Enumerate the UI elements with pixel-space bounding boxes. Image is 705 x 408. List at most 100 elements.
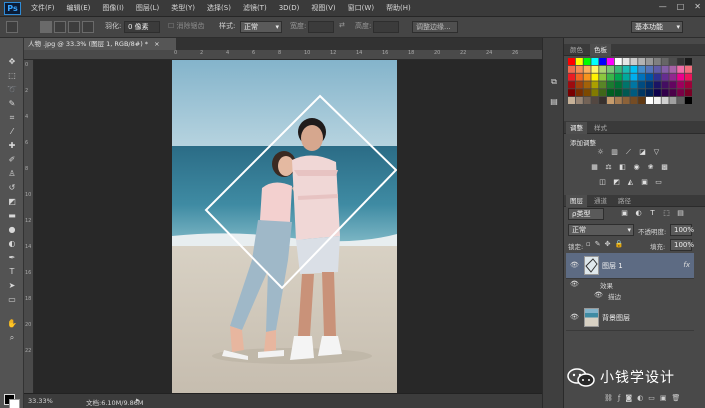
swatch-cell[interactable] xyxy=(599,97,607,104)
swatch-cell[interactable] xyxy=(638,73,646,81)
invert-icon[interactable]: ◫ xyxy=(598,178,607,187)
swatch-cell[interactable] xyxy=(575,97,583,104)
swatch-cell[interactable] xyxy=(661,81,669,89)
swatch-cell[interactable] xyxy=(677,73,685,81)
document-image[interactable] xyxy=(172,60,397,394)
status-menu-arrow-icon[interactable]: ▸ xyxy=(136,396,140,404)
layer-name[interactable]: 背景图层 xyxy=(602,313,630,323)
width-input[interactable] xyxy=(308,21,334,33)
swatch-cell[interactable] xyxy=(583,58,591,65)
swatch-cell[interactable] xyxy=(638,58,646,65)
swatch-cell[interactable] xyxy=(677,81,685,89)
swatch-cell[interactable] xyxy=(646,97,653,104)
color-lookup-icon[interactable]: ▩ xyxy=(660,163,669,172)
close-window-button[interactable]: ✕ xyxy=(694,2,701,11)
swatch-cell[interactable] xyxy=(646,73,653,81)
swatch-cell[interactable] xyxy=(599,73,607,81)
swatch-cell[interactable] xyxy=(568,97,575,104)
swatch-cell[interactable] xyxy=(568,58,575,65)
swatch-cell[interactable] xyxy=(685,89,692,97)
tab-layers[interactable]: 图层 xyxy=(566,195,587,207)
swatch-cell[interactable] xyxy=(646,81,653,89)
photo-filter-icon[interactable]: ◉ xyxy=(632,163,641,172)
swatch-cell[interactable] xyxy=(575,65,583,73)
tab-styles[interactable]: 样式 xyxy=(590,122,611,134)
refine-edge-button[interactable]: 调整边缘... xyxy=(412,21,458,33)
path-select-icon[interactable]: ➤ xyxy=(5,280,19,292)
swatch-cell[interactable] xyxy=(607,58,614,65)
menu-edit[interactable]: 编辑(E) xyxy=(61,3,97,13)
swatch-cell[interactable] xyxy=(646,65,653,73)
swatch-cell[interactable] xyxy=(669,89,677,97)
intersect-selection-icon[interactable] xyxy=(82,21,94,33)
swatch-cell[interactable] xyxy=(653,73,661,81)
document-tab[interactable]: 人物 .jpg @ 33.3% (图层 1, RGB/8#) * × xyxy=(24,38,176,50)
new-group-icon[interactable]: ▭ xyxy=(648,394,660,402)
swatch-cell[interactable] xyxy=(630,73,638,81)
history-panel-icon[interactable]: ⧉ xyxy=(547,76,561,88)
marquee-preset-icon[interactable] xyxy=(6,21,18,33)
layer-row-layer1[interactable]: 👁 图层 1 fx xyxy=(566,253,694,279)
swatch-cell[interactable] xyxy=(599,65,607,73)
swatch-cell[interactable] xyxy=(630,97,638,104)
swap-icon[interactable]: ⇄ xyxy=(339,21,345,29)
swatch-cell[interactable] xyxy=(568,73,575,81)
crop-tool-icon[interactable]: ⌗ xyxy=(5,112,19,124)
swatch-cell[interactable] xyxy=(614,73,622,81)
filter-adjustment-icon[interactable]: ◐ xyxy=(634,209,643,218)
swatch-cell[interactable] xyxy=(638,89,646,97)
swatch-cell[interactable] xyxy=(630,89,638,97)
lasso-tool-icon[interactable]: ➰ xyxy=(5,84,19,96)
swatch-cell[interactable] xyxy=(669,58,677,65)
eyedropper-icon[interactable]: ⁄ xyxy=(5,126,19,138)
gradient-tool-icon[interactable]: ▬ xyxy=(5,210,19,222)
zoom-level[interactable]: 33.33% xyxy=(28,397,53,405)
filter-smart-icon[interactable]: ▤ xyxy=(676,209,685,218)
menu-help[interactable]: 帮助(H) xyxy=(380,3,417,13)
swatch-cell[interactable] xyxy=(685,81,692,89)
swatch-cell[interactable] xyxy=(630,65,638,73)
move-tool-icon[interactable]: ✥ xyxy=(5,56,19,68)
quick-select-icon[interactable]: ✎ xyxy=(5,98,19,110)
feather-input[interactable]: 0 像素 xyxy=(124,21,160,33)
swatch-cell[interactable] xyxy=(607,89,614,97)
color-balance-icon[interactable]: ⚖ xyxy=(604,163,613,172)
swatch-cell[interactable] xyxy=(575,58,583,65)
stroke-effect-label[interactable]: 描边 xyxy=(608,291,621,301)
black-white-icon[interactable]: ◧ xyxy=(618,163,627,172)
link-layers-icon[interactable]: ⛓ xyxy=(604,394,618,402)
tab-color[interactable]: 颜色 xyxy=(566,44,587,56)
blend-mode-select[interactable]: 正常 ▾ xyxy=(568,224,634,236)
swatch-cell[interactable] xyxy=(575,73,583,81)
swatch-cell[interactable] xyxy=(591,97,599,104)
swatch-cell[interactable] xyxy=(583,89,591,97)
swatch-cell[interactable] xyxy=(575,81,583,89)
swatch-cell[interactable] xyxy=(607,73,614,81)
swatch-cell[interactable] xyxy=(622,89,630,97)
swatch-cell[interactable] xyxy=(653,58,661,65)
blur-tool-icon[interactable]: ● xyxy=(5,224,19,236)
workspace-select[interactable]: 基本功能 ▾ xyxy=(631,21,683,33)
visibility-eye-icon[interactable]: 👁 xyxy=(570,261,579,269)
swatch-grid[interactable] xyxy=(568,58,696,106)
swatch-cell[interactable] xyxy=(583,73,591,81)
delete-layer-icon[interactable]: 🗑 xyxy=(672,394,686,402)
swatch-cell[interactable] xyxy=(622,97,630,104)
channel-mixer-icon[interactable]: ❀ xyxy=(646,163,655,172)
menu-3d[interactable]: 3D(D) xyxy=(273,4,306,12)
levels-icon[interactable]: ▥ xyxy=(610,148,619,157)
add-selection-icon[interactable] xyxy=(54,21,66,33)
swatch-cell[interactable] xyxy=(661,65,669,73)
swatch-cell[interactable] xyxy=(685,73,692,81)
swatch-cell[interactable] xyxy=(646,89,653,97)
maximize-button[interactable]: □ xyxy=(677,2,685,11)
vibrance-icon[interactable]: ▽ xyxy=(652,148,661,157)
swatch-cell[interactable] xyxy=(583,81,591,89)
shape-tool-icon[interactable]: ▭ xyxy=(5,294,19,306)
minimize-button[interactable]: — xyxy=(659,2,667,11)
swatch-cell[interactable] xyxy=(638,81,646,89)
opacity-input[interactable]: 100% xyxy=(670,224,694,236)
swatch-cell[interactable] xyxy=(622,81,630,89)
brightness-icon[interactable]: ☼ xyxy=(596,148,605,157)
layer-name[interactable]: 图层 1 xyxy=(602,261,623,271)
